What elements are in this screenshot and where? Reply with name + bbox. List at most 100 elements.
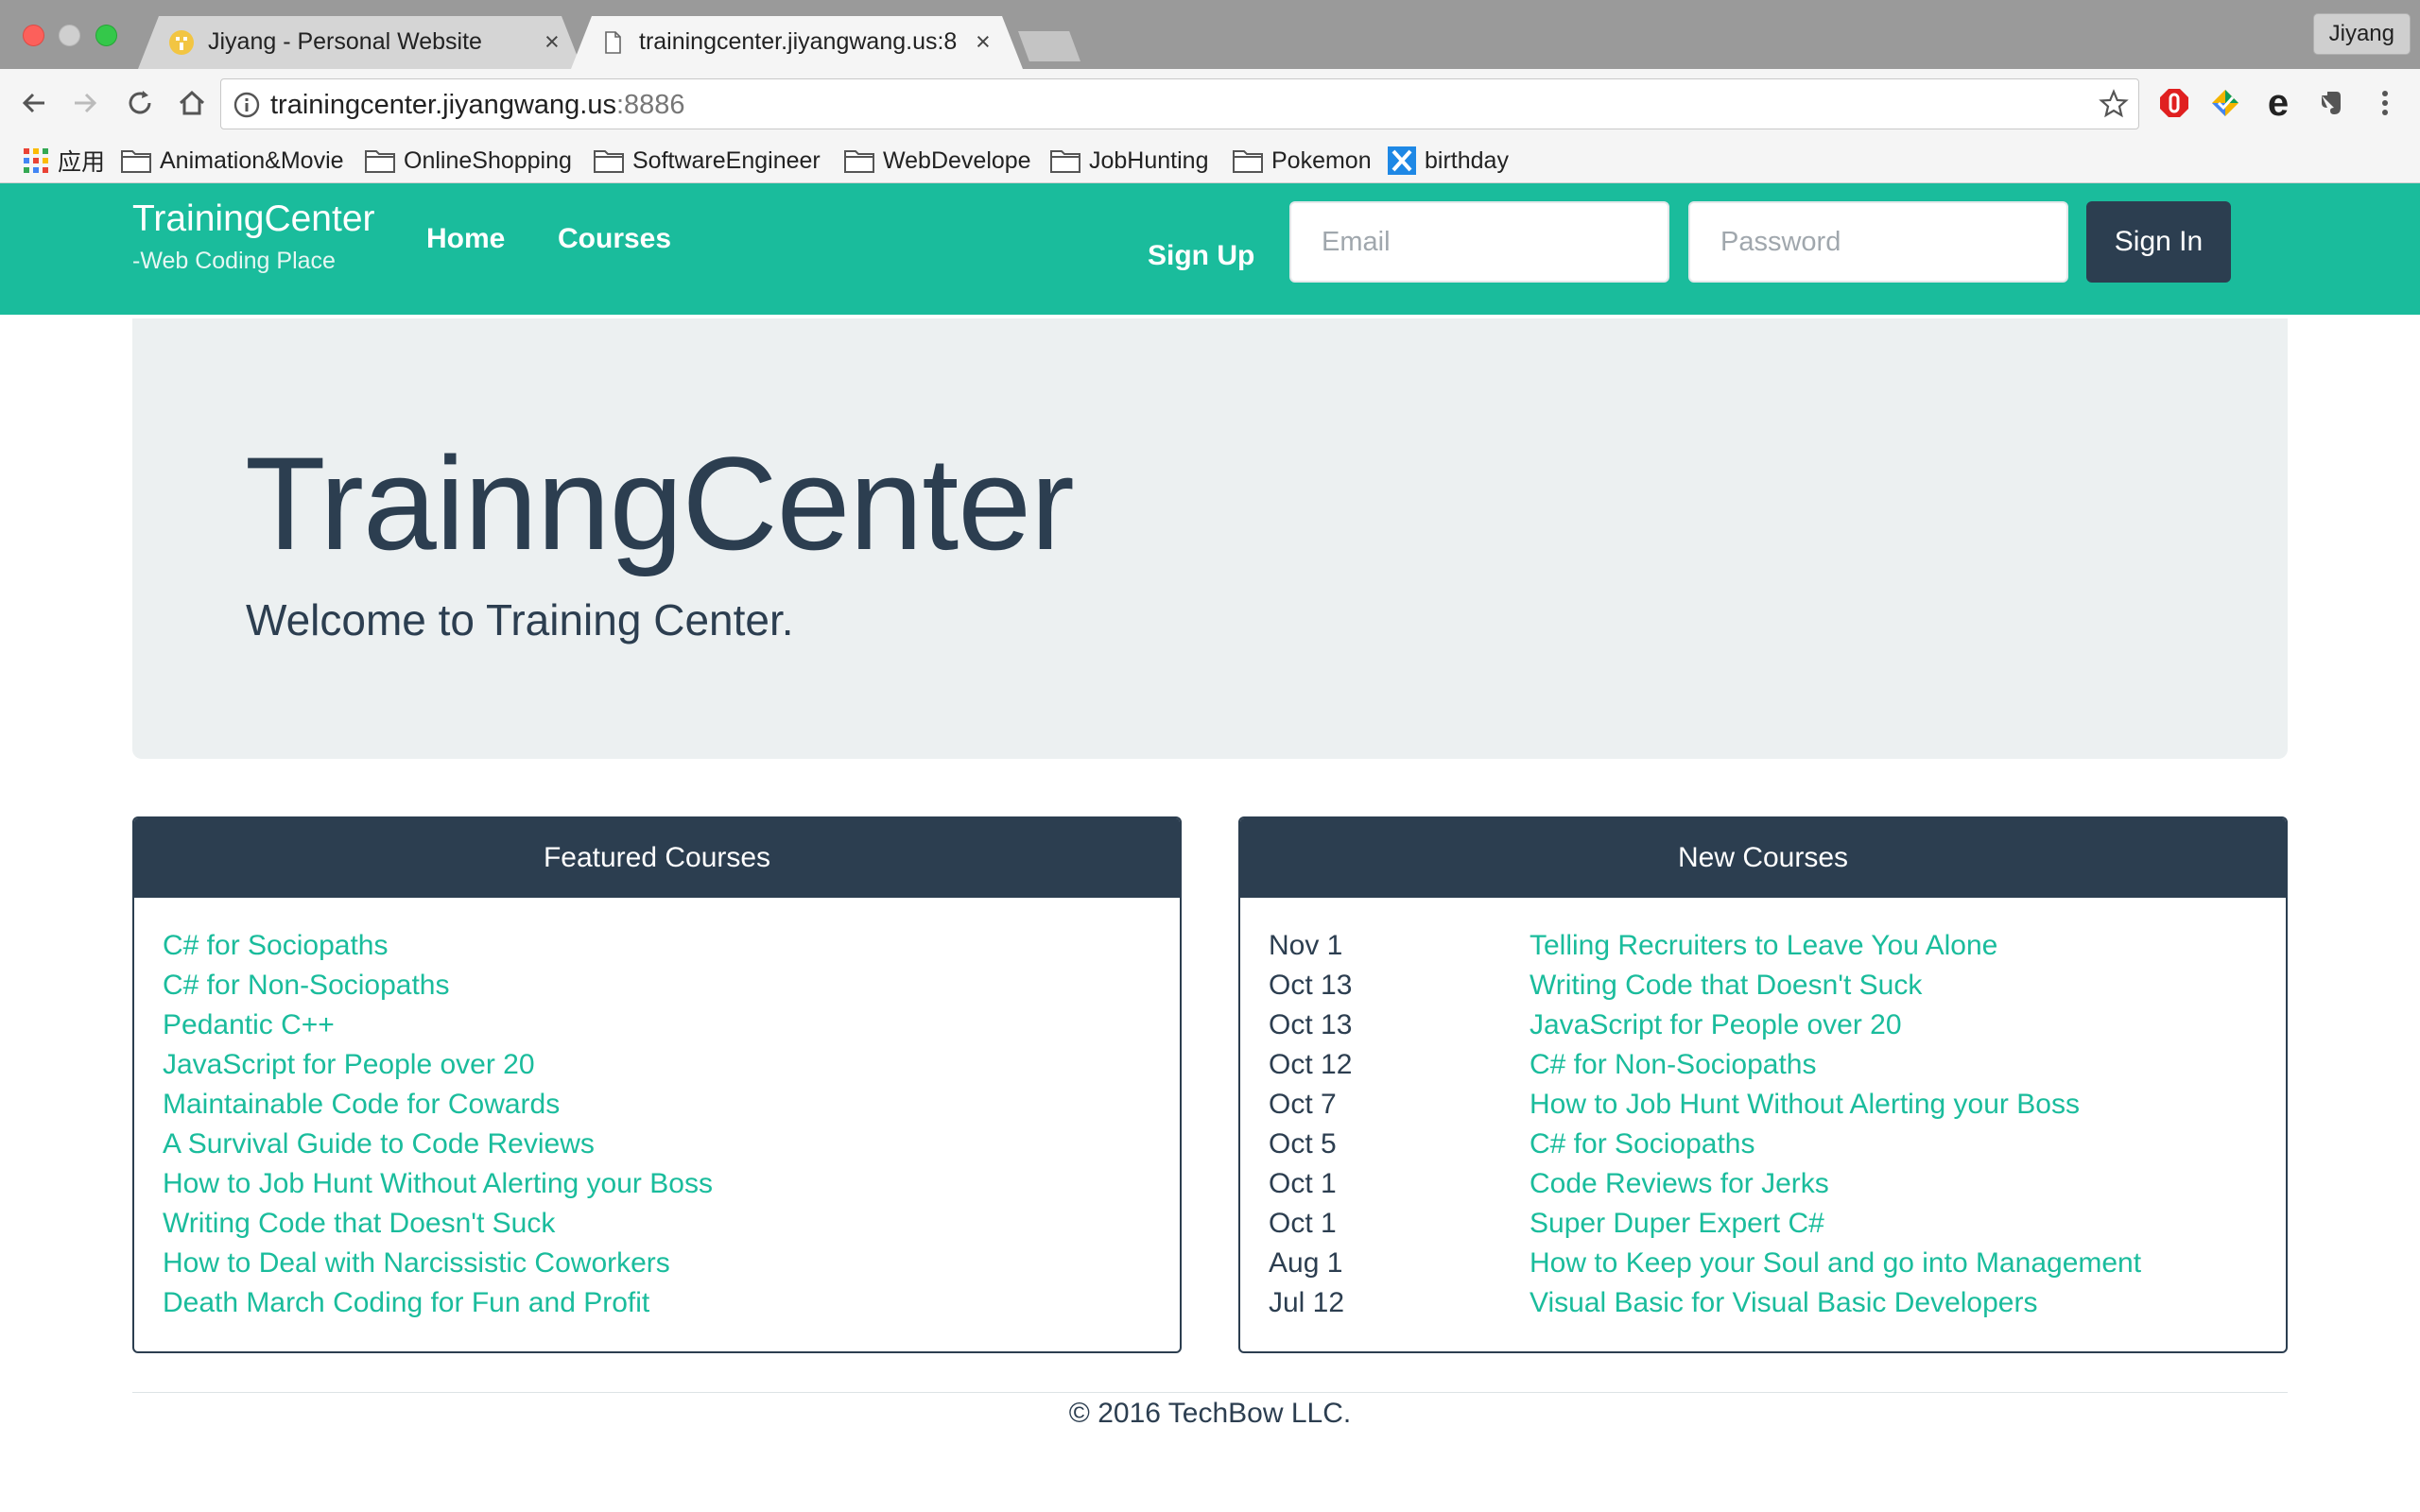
footer-divider	[132, 1392, 2288, 1393]
new-course-link[interactable]: How to Job Hunt Without Alerting your Bo…	[1530, 1085, 2080, 1125]
featured-course-link[interactable]: Writing Code that Doesn't Suck	[163, 1204, 1180, 1244]
sign-up-link[interactable]: Sign Up	[1148, 240, 1254, 272]
featured-course-link[interactable]: A Survival Guide to Code Reviews	[163, 1125, 1180, 1164]
new-course-row: Oct 1 Code Reviews for Jerks	[1269, 1164, 2286, 1204]
bookmark-label: JobHunting	[1089, 146, 1209, 174]
window-minimize-button[interactable]	[59, 25, 80, 46]
profile-button[interactable]: Jiyang	[2312, 13, 2411, 55]
ext-colorful-icon[interactable]	[2206, 84, 2244, 122]
address-bar[interactable]: trainingcenter.jiyangwang.us:8886	[220, 78, 2139, 129]
bookmark-folder-jobhunting[interactable]: JobHunting	[1050, 145, 1208, 177]
featured-course-link[interactable]: C# for Sociopaths	[163, 926, 1180, 966]
bookmark-folder-onlineshopping[interactable]: OnlineShopping	[365, 145, 572, 177]
course-date: Aug 1	[1269, 1247, 1343, 1279]
bookmarks-bar: 应用 Animation&Movie OnlineShopping Softwa…	[0, 139, 2420, 183]
personal-site-favicon-icon	[169, 30, 194, 55]
featured-course-link[interactable]: How to Deal with Narcissistic Coworkers	[163, 1244, 1180, 1283]
course-date: Oct 5	[1269, 1128, 1337, 1160]
bookmark-star-icon[interactable]	[2099, 89, 2129, 119]
bookmark-folder-softwareengineer[interactable]: SoftwareEngineer	[594, 145, 821, 177]
window-zoom-button[interactable]	[95, 25, 117, 46]
tab-title: Jiyang - Personal Website	[208, 28, 482, 55]
footer-copyright: © 2016 TechBow LLC.	[1068, 1398, 1352, 1429]
home-icon	[179, 90, 205, 115]
folder-icon	[1050, 148, 1080, 173]
tab-title: trainingcenter.jiyangwang.us:8	[639, 28, 958, 55]
bookmark-folder-webdevelope[interactable]: WebDevelope	[844, 145, 1031, 177]
featured-course-link[interactable]: Death March Coding for Fun and Profit	[163, 1283, 1180, 1323]
bookmark-birthday[interactable]: birthday	[1388, 145, 1509, 177]
bookmark-folder-animation[interactable]: Animation&Movie	[121, 145, 344, 177]
new-course-row: Aug 1 How to Keep your Soul and go into M…	[1269, 1244, 2286, 1283]
bookmark-apps[interactable]: 应用	[23, 145, 105, 177]
ext-evernote-icon[interactable]	[2311, 84, 2349, 122]
new-course-row: Oct 5 C# for Sociopaths	[1269, 1125, 2286, 1164]
featured-course-link[interactable]: Pedantic C++	[163, 1005, 1180, 1045]
new-course-link[interactable]: Writing Code that Doesn't Suck	[1530, 966, 1922, 1005]
featured-course-link[interactable]: JavaScript for People over 20	[163, 1045, 1180, 1085]
brand-tagline: -Web Coding Place	[132, 248, 336, 274]
new-course-link[interactable]: Visual Basic for Visual Basic Developers	[1530, 1283, 2037, 1323]
featured-course-link[interactable]: Maintainable Code for Cowards	[163, 1085, 1180, 1125]
new-course-link[interactable]: C# for Sociopaths	[1530, 1125, 1754, 1164]
brand[interactable]: TrainingCenter -Web Coding Place	[132, 193, 375, 275]
browser-tabstrip: Jiyang - Personal Website × trainingcent…	[0, 0, 2420, 69]
new-course-link[interactable]: Code Reviews for Jerks	[1530, 1164, 1829, 1204]
browser-menu-button[interactable]	[2366, 84, 2404, 122]
back-arrow-icon	[22, 93, 44, 113]
tab-personal-website[interactable]: Jiyang - Personal Website ×	[138, 16, 582, 69]
jumbotron: TrainngCenter Welcome to Training Center…	[132, 318, 2288, 759]
brand-name[interactable]: TrainingCenter	[132, 193, 375, 246]
folder-icon	[121, 148, 151, 173]
window-close-button[interactable]	[23, 25, 44, 46]
course-date: Oct 13	[1269, 970, 1353, 1001]
nav-courses-link[interactable]: Courses	[558, 223, 671, 255]
nav-home-link[interactable]: Home	[426, 223, 505, 255]
info-icon[interactable]	[233, 91, 261, 119]
new-course-row: Oct 7 How to Job Hunt Without Alerting yo…	[1269, 1085, 2286, 1125]
new-course-row: Oct 13 JavaScript for People over 20	[1269, 1005, 2286, 1045]
new-course-link[interactable]: Super Duper Expert C#	[1530, 1204, 1824, 1244]
bookmark-label: Animation&Movie	[160, 146, 344, 174]
bookmark-label: SoftwareEngineer	[632, 146, 821, 174]
bookmark-label: OnlineShopping	[404, 146, 572, 174]
new-tab-button[interactable]	[1018, 31, 1080, 61]
bookmark-label: 应用	[58, 149, 106, 176]
folder-icon	[365, 148, 395, 173]
featured-courses-panel: Featured Courses C# for Sociopaths C# fo…	[132, 816, 1182, 1353]
new-courses-heading: New Courses	[1240, 818, 2286, 898]
tab-trainingcenter[interactable]: trainingcenter.jiyangwang.us:8 ×	[571, 16, 1023, 69]
new-course-row: Jul 12 Visual Basic for Visual Basic Deve…	[1269, 1283, 2286, 1323]
email-field[interactable]	[1289, 201, 1669, 283]
bookmark-label: WebDevelope	[883, 146, 1031, 174]
password-field[interactable]	[1688, 201, 2068, 283]
birthday-site-icon	[1388, 146, 1416, 175]
bookmark-folder-pokemon[interactable]: Pokemon	[1233, 145, 1372, 177]
new-course-row: Oct 1 Super Duper Expert C#	[1269, 1204, 2286, 1244]
folder-icon	[844, 148, 874, 173]
new-course-link[interactable]: Telling Recruiters to Leave You Alone	[1530, 926, 1997, 966]
forward-arrow-icon	[75, 93, 97, 113]
hero-subtitle: Welcome to Training Center.	[246, 595, 794, 644]
course-date: Oct 13	[1269, 1009, 1353, 1040]
ext-adblock-icon[interactable]	[2155, 84, 2193, 122]
new-courses-panel: New Courses Nov 1 Telling Recruiters to L…	[1238, 816, 2288, 1353]
site-navbar: TrainingCenter -Web Coding Place Home Co…	[0, 183, 2420, 315]
new-course-link[interactable]: How to Keep your Soul and go into Manage…	[1530, 1244, 2141, 1283]
featured-course-link[interactable]: How to Job Hunt Without Alerting your Bo…	[163, 1164, 1180, 1204]
new-course-row: Oct 12 C# for Non-Sociopaths	[1269, 1045, 2286, 1085]
tab-close-icon[interactable]: ×	[976, 27, 991, 57]
sign-in-button[interactable]: Sign In	[2086, 201, 2231, 283]
forward-button[interactable]	[66, 84, 104, 122]
new-course-link[interactable]: JavaScript for People over 20	[1530, 1005, 1902, 1045]
reload-button[interactable]	[121, 84, 159, 122]
featured-course-link[interactable]: C# for Non-Sociopaths	[163, 966, 1180, 1005]
ext-e-icon[interactable]: e	[2259, 84, 2297, 122]
new-course-link[interactable]: C# for Non-Sociopaths	[1530, 1045, 1817, 1085]
bookmark-label: Pokemon	[1271, 146, 1372, 174]
home-button[interactable]	[173, 84, 211, 122]
back-button[interactable]	[15, 84, 53, 122]
tab-close-icon[interactable]: ×	[544, 27, 560, 57]
course-date: Nov 1	[1269, 930, 1343, 961]
course-date: Jul 12	[1269, 1287, 1345, 1318]
